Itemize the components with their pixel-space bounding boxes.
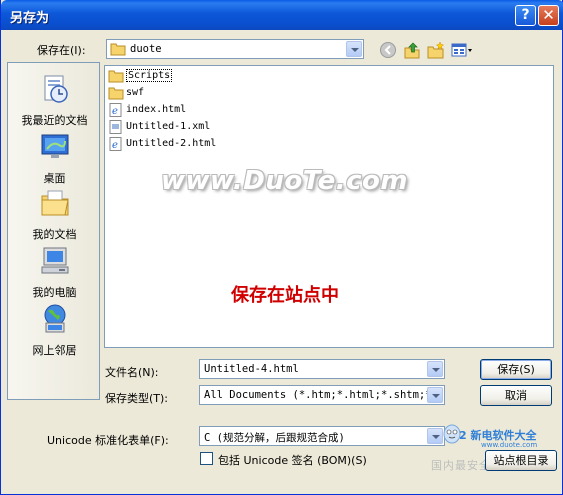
site-root-button[interactable]: 站点根目录 [485,450,557,471]
back-icon[interactable] [379,41,397,59]
file-name: Untitled-2.html [126,138,217,149]
my-computer-icon [41,247,68,274]
places-bar: 我最近的文档 桌面 我的文档 我的电脑 网上邻居 [7,62,100,400]
title-bar[interactable]: 另存为 ? ✕ [1,0,563,30]
folder-icon [110,43,126,56]
chevron-down-icon[interactable] [427,387,443,403]
save-in-dropdown[interactable]: duote [106,39,364,59]
place-label: 我最近的文档 [21,114,88,127]
brand-url: www.duote.com [481,441,538,449]
place-my-computer[interactable]: 我的电脑 [8,245,101,300]
annotation-text: 保存在站点中 [231,285,339,306]
help-button[interactable]: ? [515,5,536,26]
folder-icon [108,70,124,83]
place-my-documents[interactable]: 我的文档 [8,187,101,242]
place-network[interactable]: 网上邻居 [8,303,101,358]
unicode-value: C (规范分解，后跟规范合成) [204,432,345,444]
svg-text:e: e [112,140,118,151]
place-label: 我的文档 [32,228,77,241]
unicode-label: Unicode 标准化表单(F): [47,434,169,447]
filename-label: 文件名(N): [105,366,159,379]
svg-text:e: e [112,106,118,117]
ie-file-icon: e [109,137,122,151]
save-in-value: duote [130,43,162,55]
network-places-icon [44,304,65,333]
file-name: swf [126,87,145,98]
save-as-dialog: 另存为 ? ✕ 保存在(I): duote 我最近的文档 桌面 我的文档 我的电… [0,0,563,495]
up-folder-icon[interactable] [403,41,421,59]
cancel-button[interactable]: 取消 [480,385,552,406]
place-desktop[interactable]: 桌面 [8,131,101,186]
recent-documents-icon [44,75,68,103]
filename-value: Untitled-4.html [204,363,299,375]
view-menu-icon[interactable] [451,41,473,59]
save-in-label: 保存在(I): [37,44,86,57]
bom-checkbox[interactable] [200,452,213,465]
filetype-label: 保存类型(T): [105,392,169,405]
desktop-icon [41,134,68,158]
filetype-dropdown[interactable]: All Documents (*.htm;*.html;*.shtm;*. [199,385,445,405]
file-name: index.html [126,104,187,115]
folder-icon [108,87,124,100]
close-button[interactable]: ✕ [538,5,559,26]
place-label: 我的电脑 [32,286,77,299]
file-name: Untitled-1.xml [126,121,211,132]
ie-file-icon: e [109,103,122,117]
place-recent-documents[interactable]: 我最近的文档 [8,73,101,128]
chevron-down-icon[interactable] [346,41,362,57]
chevron-down-icon[interactable] [427,361,443,377]
save-button[interactable]: 保存(S) [480,359,552,380]
window-title: 另存为 [10,11,50,26]
new-folder-icon[interactable] [427,41,445,59]
my-documents-icon [41,190,69,216]
unicode-normalization-dropdown[interactable]: C (规范分解，后跟规范合成) [199,426,445,446]
file-name: Scripts [126,69,173,82]
bom-label: 包括 Unicode 签名 (BOM)(S) [218,454,367,467]
xml-file-icon [109,120,122,134]
watermark: www.DuoTe.com [161,166,408,196]
filename-input[interactable]: Untitled-4.html [199,359,445,379]
place-label: 桌面 [43,172,66,185]
place-label: 网上邻居 [32,344,77,357]
filetype-value: All Documents (*.htm;*.html;*.shtm;*. [204,389,438,401]
